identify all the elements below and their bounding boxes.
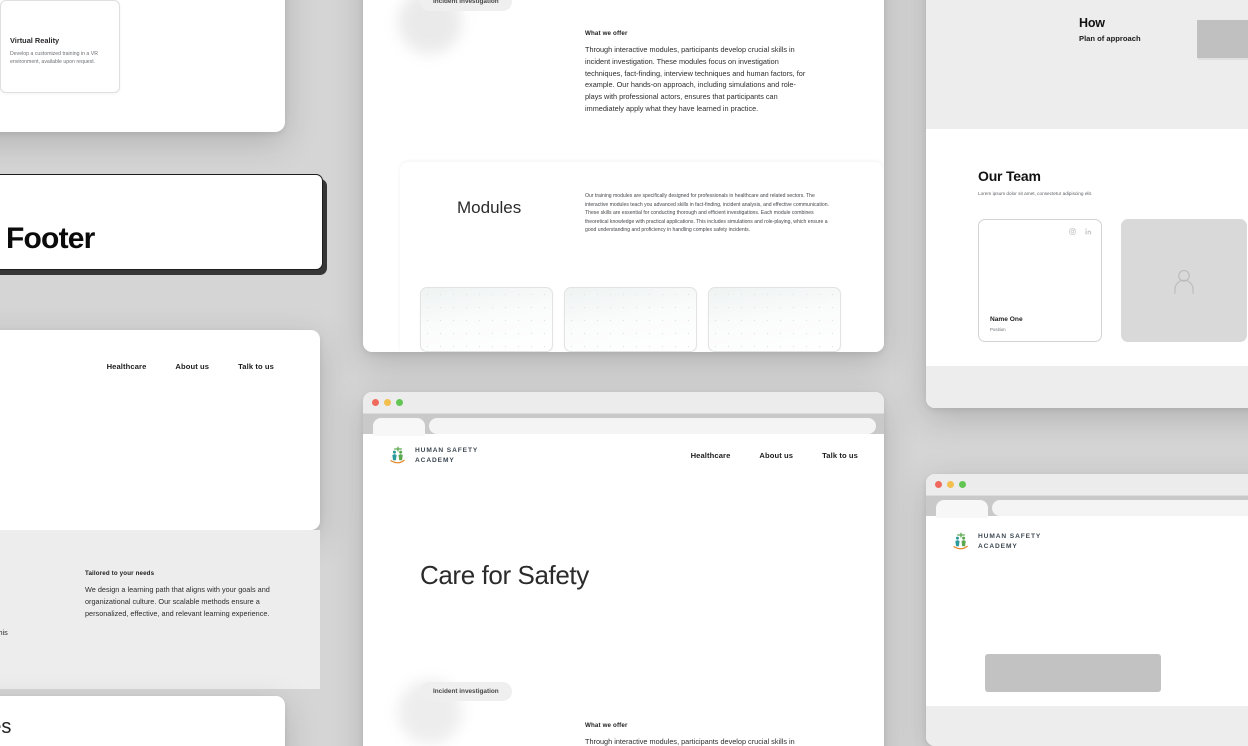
tailored-left-line-5: erstanding. This — [0, 628, 8, 638]
window-learning-page: Healthcare About us Talk to us earning — [0, 330, 320, 530]
window-titlebar — [363, 392, 884, 414]
instagram-icon[interactable] — [1069, 228, 1076, 235]
offer-body: Through interactive modules, participant… — [585, 45, 806, 114]
tailored-left-column: ay that of passive amic mes, and VR, ers… — [0, 580, 32, 651]
card-title: Virtual Reality — [10, 36, 60, 45]
window-techniques-card: ques — [0, 696, 285, 746]
window-titlebar — [926, 474, 1248, 496]
site-nav-links: Healthcare About us Talk to us — [691, 451, 858, 460]
close-icon[interactable] — [935, 481, 942, 488]
nav-item-healthcare[interactable]: Healthcare — [107, 362, 147, 371]
team-member-name: Name One — [990, 316, 1023, 323]
modules-sheet: Modules Our training modules are specifi… — [400, 162, 884, 352]
tailored-right-column: Tailored to your needs We design a learn… — [85, 570, 285, 619]
brand-line-1: HUMAN SAFETY — [978, 533, 1042, 541]
tailored-kicker: Tailored to your needs — [85, 570, 155, 577]
offer-kicker: What we offer — [585, 722, 628, 729]
card-description: Develop a customized training in a VR en… — [10, 51, 98, 66]
window-modules-page: Incident investigation What we offer Thr… — [363, 0, 884, 352]
address-bar[interactable] — [992, 500, 1248, 516]
tailored-left-line-1: ay that — [0, 580, 32, 592]
how-title: How — [1079, 16, 1105, 30]
tailored-left-line-4: mes, and VR, — [0, 615, 32, 627]
modules-title: Modules — [457, 198, 522, 217]
brand-line-2: ACADEMY — [415, 456, 455, 464]
window-team-page: How Plan of approach Our Team Lorem ipsu… — [926, 0, 1248, 408]
nav-item-about-us[interactable]: About us — [175, 362, 209, 371]
how-image-placeholder — [1197, 20, 1248, 58]
what-we-offer-block: What we offer Through interactive module… — [585, 722, 807, 746]
status-badge[interactable]: Incident investigation — [420, 0, 512, 11]
minimize-icon[interactable] — [947, 481, 954, 488]
window-brand-page: HUMAN SAFETY ACADEMY — [926, 474, 1248, 746]
browser-tab[interactable] — [936, 500, 988, 518]
minimize-icon[interactable] — [384, 399, 391, 406]
modules-card-grid — [420, 287, 841, 352]
how-subtitle: Plan of approach — [1079, 34, 1141, 43]
team-member-position: Position — [990, 327, 1006, 332]
offer-kicker: What we offer — [585, 30, 628, 37]
browser-tab-strip — [363, 414, 884, 436]
browser-tab-strip — [926, 496, 1248, 518]
brand-wordmark: HUMAN SAFETY ACADEMY — [978, 532, 1041, 551]
site-header: HUMAN SAFETY ACADEMY — [926, 516, 1248, 551]
what-we-offer-block: What we offer Through interactive module… — [585, 30, 807, 115]
brand-line-1: HUMAN SAFETY — [415, 447, 479, 455]
brand-line-2: ACADEMY — [978, 542, 1018, 550]
brand-wordmark: HUMAN SAFETY ACADEMY — [415, 446, 478, 465]
page-footer-band — [926, 706, 1248, 746]
brand-logo[interactable]: HUMAN SAFETY ACADEMY — [952, 532, 1041, 551]
module-card-2[interactable] — [564, 287, 697, 352]
site-header: HUMAN SAFETY ACADEMY Healthcare About us… — [363, 434, 884, 465]
window-virtual-reality-panel: Virtual Reality Develop a customized tra… — [0, 0, 285, 132]
page-footer-band — [926, 366, 1248, 408]
team-member-card[interactable]: Name One Position — [978, 219, 1102, 342]
footer-heading: Footer — [6, 222, 95, 255]
brand-logo[interactable]: HUMAN SAFETY ACADEMY — [389, 446, 478, 465]
nav-item-talk-to-us[interactable]: Talk to us — [238, 362, 274, 371]
window-footer-panel: Footer — [0, 174, 323, 270]
team-member-socials — [1069, 228, 1092, 235]
nav-item-healthcare[interactable]: Healthcare — [691, 451, 731, 460]
avatar-icon — [1174, 269, 1194, 294]
browser-tab[interactable] — [373, 418, 425, 436]
badge-incident-investigation-wrap: Incident investigation — [420, 680, 512, 701]
badge-incident-investigation-wrap: Incident investigation — [420, 0, 512, 11]
module-card-1[interactable] — [420, 287, 553, 352]
module-card-3[interactable] — [708, 287, 841, 352]
card-virtual-reality[interactable]: Virtual Reality Develop a customized tra… — [0, 0, 120, 93]
nav-item-about-us[interactable]: About us — [759, 451, 793, 460]
status-badge[interactable]: Incident investigation — [420, 682, 512, 701]
modules-body: Our training modules are specifically de… — [585, 193, 829, 234]
team-title: Our Team — [978, 168, 1041, 184]
design-board-canvas: Virtual Reality Develop a customized tra… — [0, 0, 1248, 746]
techniques-heading: ques — [0, 716, 12, 738]
linkedin-icon[interactable] — [1085, 228, 1092, 235]
window-care-for-safety-page: HUMAN SAFETY ACADEMY Healthcare About us… — [363, 392, 884, 746]
tailored-body: We design a learning path that aligns wi… — [85, 585, 270, 618]
content-image-placeholder — [985, 654, 1161, 692]
address-bar[interactable] — [429, 418, 876, 434]
maximize-icon[interactable] — [959, 481, 966, 488]
site-nav-links: Healthcare About us Talk to us — [107, 362, 274, 371]
tailored-left-line-6: learning — [0, 639, 32, 651]
team-subtitle: Lorem ipsum dolor sit amet, consectetur … — [978, 191, 1093, 196]
tailored-left-line-3: amic — [0, 604, 32, 616]
team-member-placeholder[interactable] — [1121, 219, 1247, 342]
human-safety-academy-logo-icon — [390, 446, 405, 464]
offer-body: Through interactive modules, participant… — [585, 737, 795, 746]
close-icon[interactable] — [372, 399, 379, 406]
nav-item-talk-to-us[interactable]: Talk to us — [822, 451, 858, 460]
human-safety-academy-logo-icon — [953, 532, 968, 550]
page-title: Care for Safety — [420, 560, 589, 590]
window-tailored-section: ay that of passive amic mes, and VR, ers… — [0, 530, 320, 689]
tailored-left-line-2: of passive — [0, 592, 32, 604]
maximize-icon[interactable] — [396, 399, 403, 406]
